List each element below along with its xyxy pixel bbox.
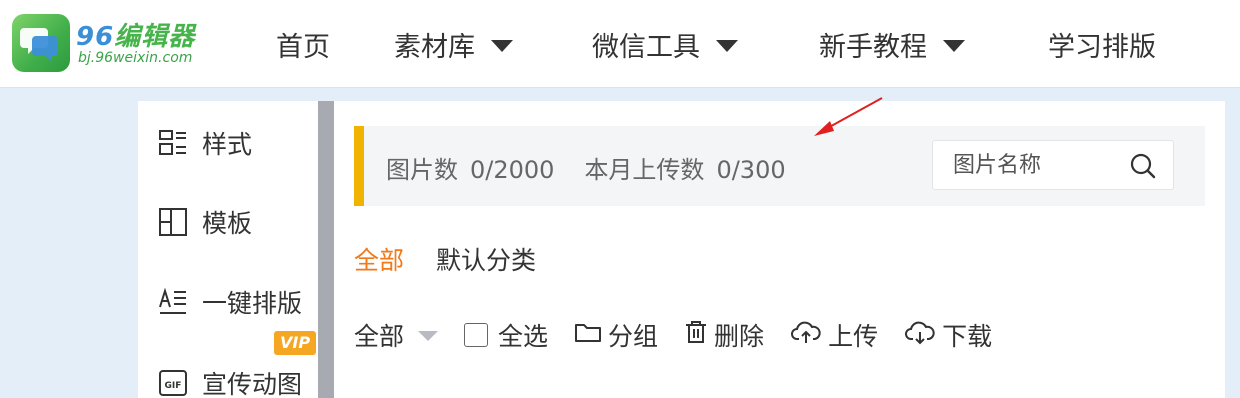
nav-item-wechat-tools[interactable]: 微信工具 — [592, 24, 738, 64]
nav-label: 素材库 — [394, 31, 475, 63]
select-all-checkbox[interactable]: 全选 — [464, 317, 548, 353]
nav-item-learn-layout[interactable]: 学习排版 — [1048, 24, 1156, 64]
sidebar-item-promo-gif[interactable]: GIF 宣传动图 — [158, 363, 302, 398]
site-logo[interactable]: 96编辑器 bj.96weixin.com — [12, 14, 196, 74]
image-library-panel: 图片数 0/2000 本月上传数 0/300 全部 默认分类 全部 全选 分组 — [334, 101, 1225, 398]
nav-item-home[interactable]: 首页 — [276, 24, 330, 64]
nav-label: 首页 — [276, 31, 330, 63]
logo-subtitle: bj.96weixin.com — [78, 50, 193, 66]
tab-all[interactable]: 全部 — [354, 241, 404, 277]
monthly-upload-label: 本月上传数 — [584, 156, 705, 184]
search-icon[interactable] — [1129, 152, 1157, 184]
image-search-box — [932, 140, 1174, 190]
sidebar-item-label: 样式 — [202, 130, 253, 159]
monthly-upload-value: 0/300 — [716, 156, 786, 184]
group-label: 分组 — [608, 322, 659, 351]
nav-label: 学习排版 — [1048, 31, 1156, 63]
cloud-upload-icon — [790, 319, 822, 351]
trash-icon — [684, 319, 708, 351]
sidebar-item-style[interactable]: 样式 — [158, 123, 252, 163]
delete-label: 删除 — [714, 322, 765, 351]
nav-label: 微信工具 — [592, 31, 700, 63]
chevron-down-icon — [491, 40, 513, 52]
chevron-down-icon — [716, 40, 738, 52]
delete-button[interactable]: 删除 — [684, 317, 764, 353]
download-label: 下载 — [942, 322, 993, 351]
group-button[interactable]: 分组 — [574, 317, 658, 353]
images-count-value: 0/2000 — [470, 156, 555, 184]
filter-dropdown[interactable]: 全部 — [354, 317, 439, 353]
select-all-label: 全选 — [498, 322, 549, 351]
vip-badge: VIP — [274, 331, 317, 355]
nav-label: 新手教程 — [819, 31, 927, 63]
image-stats-bar: 图片数 0/2000 本月上传数 0/300 — [354, 126, 1205, 206]
image-toolbar: 全部 全选 分组 删除 上传 下载 — [354, 315, 1018, 355]
sidebar-item-one-click-layout[interactable]: 一键排版 — [158, 282, 302, 322]
cloud-download-icon — [904, 319, 936, 351]
sidebar-item-label: 宣传动图 — [202, 370, 303, 398]
tab-default-category[interactable]: 默认分类 — [436, 241, 536, 277]
top-nav-bar: 96编辑器 bj.96weixin.com 首页 素材库 微信工具 新手教程 学… — [0, 0, 1240, 88]
image-name-search-input[interactable] — [953, 150, 1123, 180]
sidebar-item-label: 模板 — [202, 209, 253, 238]
images-count-label: 图片数 — [386, 156, 458, 184]
filter-label: 全部 — [354, 322, 405, 351]
text-format-icon — [158, 287, 188, 317]
logo-icon — [12, 14, 70, 72]
sidebar-item-template[interactable]: 模板 — [158, 202, 252, 242]
gif-icon: GIF — [158, 368, 188, 398]
download-button[interactable]: 下载 — [904, 317, 992, 353]
nav-item-tutorials[interactable]: 新手教程 — [819, 24, 965, 64]
upload-label: 上传 — [828, 322, 879, 351]
annotation-arrow-icon — [814, 97, 883, 136]
upload-button[interactable]: 上传 — [790, 317, 878, 353]
nav-item-materials[interactable]: 素材库 — [394, 24, 513, 64]
sidebar-item-label: 一键排版 — [202, 289, 303, 318]
sidebar-scrollbar[interactable] — [318, 101, 334, 398]
template-icon — [158, 207, 188, 237]
svg-text:GIF: GIF — [165, 381, 182, 391]
category-tabs: 全部 默认分类 — [354, 241, 568, 277]
logo-title: 96编辑器 — [76, 22, 196, 52]
sidebar: 样式 模板 一键排版 VIP GIF 宣传动图 — [138, 101, 318, 398]
image-stats: 图片数 0/2000 本月上传数 0/300 — [386, 150, 798, 185]
checkbox-icon — [464, 323, 489, 347]
folder-icon — [574, 320, 602, 350]
chevron-down-icon — [943, 40, 965, 52]
style-icon — [158, 128, 188, 158]
chevron-down-icon — [418, 331, 439, 341]
